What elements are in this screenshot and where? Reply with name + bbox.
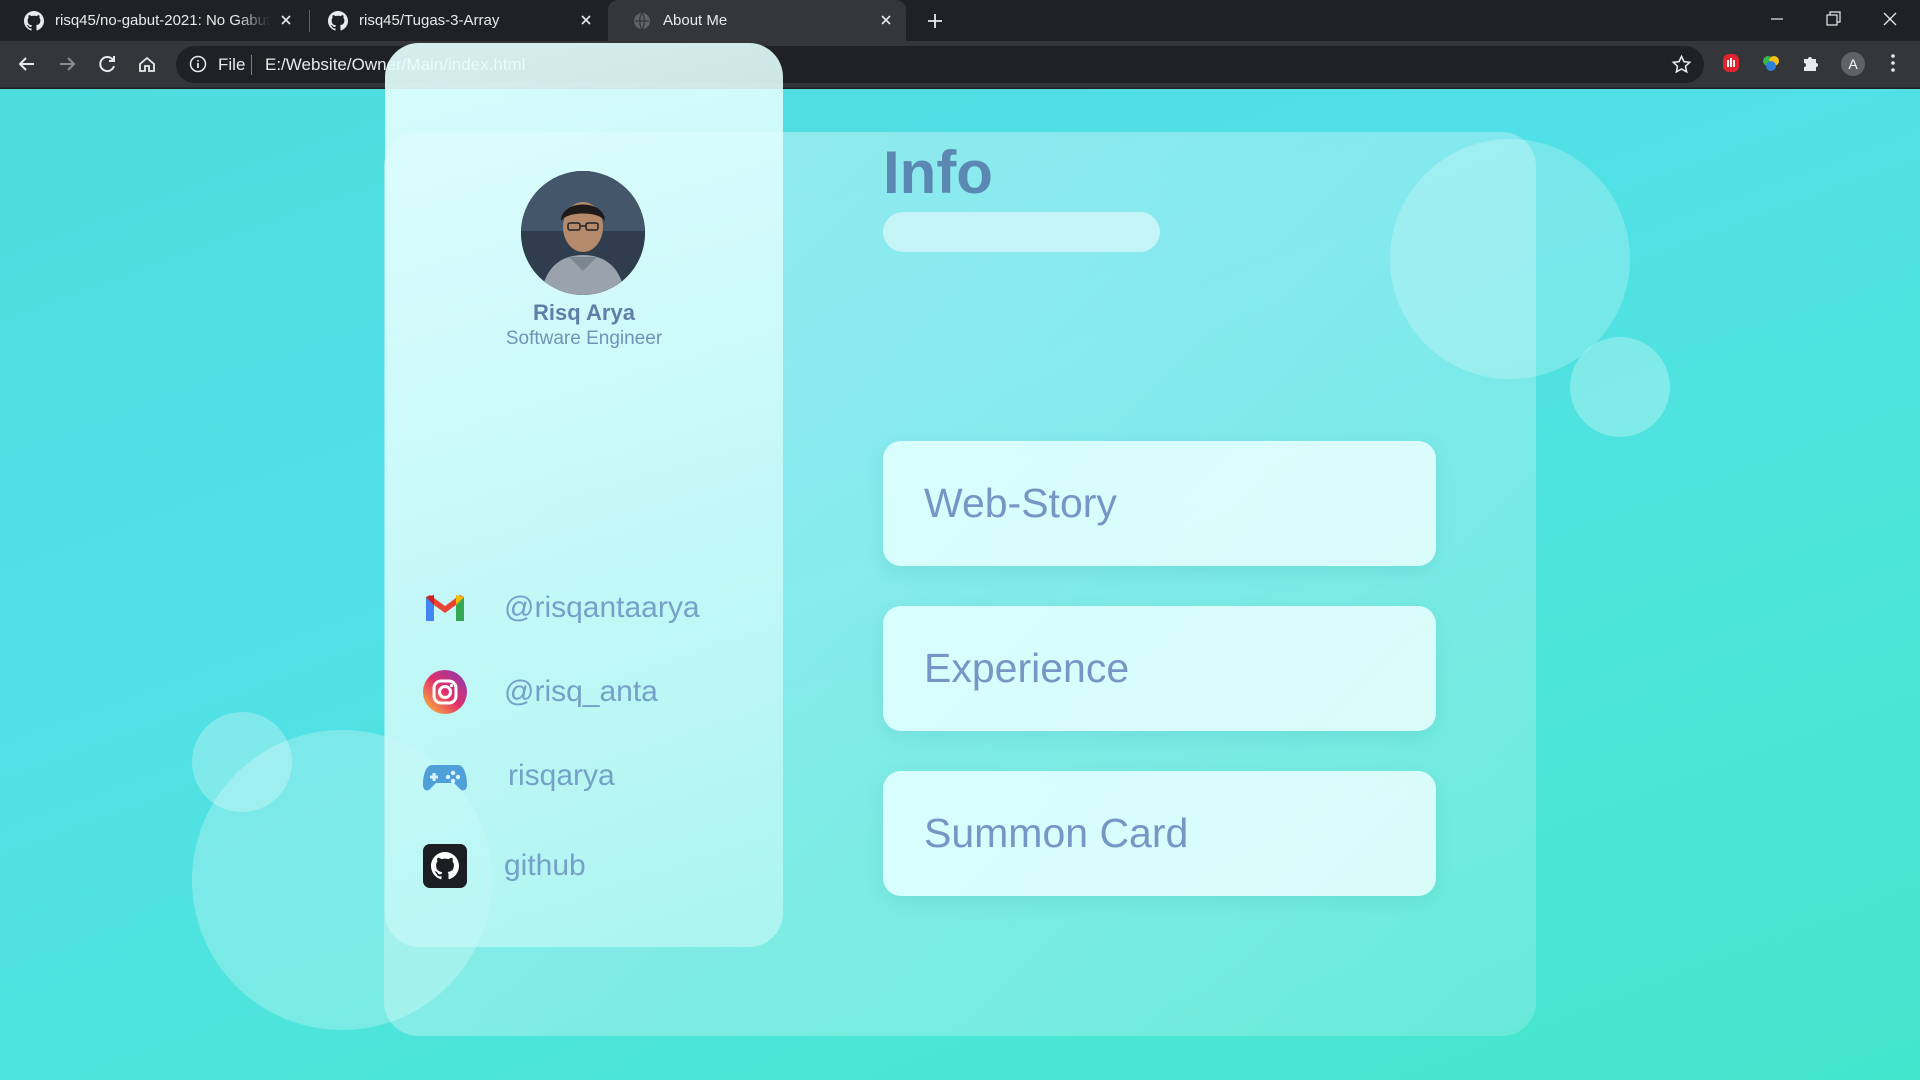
gamepad-icon bbox=[423, 765, 467, 791]
title-underline-bar bbox=[883, 212, 1160, 252]
social-label: @risqantaarya bbox=[504, 591, 700, 624]
tab-title: About Me bbox=[663, 12, 728, 29]
close-icon[interactable] bbox=[578, 12, 594, 28]
minimize-icon[interactable] bbox=[1766, 8, 1788, 30]
reload-icon[interactable] bbox=[96, 53, 118, 75]
social-label: github bbox=[504, 849, 586, 882]
browser-toolbar: File E:/Website/Owner/Main/index.html A bbox=[0, 41, 1920, 88]
close-icon[interactable] bbox=[278, 12, 294, 28]
avatar-photo bbox=[521, 171, 645, 295]
experience-button[interactable]: Experience bbox=[883, 606, 1436, 731]
tab-title: risq45/Tugas-3-Array bbox=[359, 12, 500, 29]
decorative-circle bbox=[192, 712, 292, 812]
social-link-game[interactable]: risqarya bbox=[420, 750, 615, 802]
avatar bbox=[521, 171, 645, 295]
github-icon bbox=[24, 10, 44, 31]
tab-no-gabut[interactable]: risq45/no-gabut-2021: No Gabut bbox=[0, 0, 306, 41]
social-label: risqarya bbox=[508, 759, 615, 792]
tab-tugas-3-array[interactable]: risq45/Tugas-3-Array bbox=[304, 0, 606, 41]
gmail-icon bbox=[426, 595, 464, 621]
summon-card-button[interactable]: Summon Card bbox=[883, 771, 1436, 896]
web-story-button[interactable]: Web-Story bbox=[883, 441, 1436, 566]
url-scheme: File bbox=[218, 55, 246, 74]
extensions-puzzle-icon[interactable] bbox=[1800, 52, 1822, 74]
close-icon[interactable] bbox=[878, 12, 894, 28]
github-icon bbox=[328, 10, 348, 31]
social-link-instagram[interactable]: @risq_anta bbox=[420, 666, 658, 718]
social-label: @risq_anta bbox=[504, 675, 658, 708]
restore-icon[interactable] bbox=[1822, 8, 1844, 30]
more-menu-icon[interactable] bbox=[1882, 52, 1904, 74]
profile-avatar[interactable]: A bbox=[1841, 52, 1865, 76]
github-icon bbox=[423, 844, 467, 888]
instagram-icon bbox=[423, 670, 467, 714]
bookmark-star-icon[interactable] bbox=[1671, 54, 1692, 75]
palette-extension-icon[interactable] bbox=[1760, 52, 1782, 74]
social-link-gmail[interactable]: @risqantaarya bbox=[420, 582, 700, 634]
social-link-github[interactable]: github bbox=[420, 840, 586, 892]
info-icon[interactable] bbox=[189, 55, 207, 73]
url-divider bbox=[251, 55, 252, 75]
tab-strip: risq45/no-gabut-2021: No Gabut risq45/Tu… bbox=[0, 0, 1920, 41]
profile-role: Software Engineer bbox=[505, 328, 663, 349]
back-icon[interactable] bbox=[16, 53, 38, 75]
close-window-icon[interactable] bbox=[1879, 8, 1901, 30]
globe-icon bbox=[634, 12, 650, 29]
new-tab-icon[interactable] bbox=[924, 10, 946, 32]
profile-name: Risq Arya bbox=[533, 300, 635, 325]
hand-extension-icon[interactable] bbox=[1720, 52, 1742, 74]
forward-icon[interactable] bbox=[56, 53, 78, 75]
tab-about-me[interactable]: About Me bbox=[608, 0, 906, 41]
decorative-circle bbox=[1570, 337, 1670, 437]
home-icon[interactable] bbox=[136, 53, 158, 75]
tab-title: risq45/no-gabut-2021: No Gabut bbox=[55, 12, 270, 29]
page-title: Info bbox=[883, 139, 993, 206]
